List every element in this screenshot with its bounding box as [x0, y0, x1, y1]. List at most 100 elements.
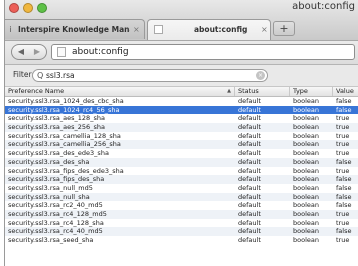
table-row[interactable]: security.ssl3.rsa_1024_des_cbc_sha defaul… [5, 97, 358, 106]
type-cell: boolean [293, 114, 319, 123]
value-cell: false [336, 105, 352, 114]
value-cell: false [336, 157, 352, 166]
table-row[interactable]: security.ssl3.rsa_aes_128_sha default bool… [5, 114, 358, 123]
type-cell: boolean [293, 218, 319, 227]
value-cell: true [336, 140, 350, 149]
address-bar[interactable]: about:config [51, 44, 355, 60]
type-cell: boolean [293, 227, 319, 236]
value-cell: false [336, 97, 352, 105]
column-header-value[interactable]: Value [333, 87, 358, 96]
value-cell: true [336, 209, 350, 218]
table-row[interactable]: security.ssl3.rsa_1024_rc4_56_sha default… [5, 105, 358, 115]
tab-label: Interspire Knowledge Manager [18, 25, 130, 34]
type-cell: boolean [293, 209, 319, 218]
type-cell: boolean [293, 140, 319, 149]
table-body: security.ssl3.rsa_1024_des_cbc_shadefaul… [5, 97, 358, 245]
type-cell: boolean [293, 105, 319, 114]
preference-name-cell: security.ssl3.rsa_camellia_256_sha [8, 140, 121, 149]
browser-window: about:config i Interspire Knowledge Mana… [4, 0, 358, 266]
sort-ascending-icon: ▲ [227, 88, 231, 94]
type-cell: boolean [293, 149, 319, 158]
zoom-window-button[interactable] [37, 3, 47, 13]
table-row[interactable]: security.ssl3.rsa_null_md5 default boolean… [5, 184, 358, 193]
type-cell: boolean [293, 131, 319, 140]
tab-interspire-knowledge-manager[interactable]: i Interspire Knowledge Manager × [5, 19, 145, 39]
value-cell: true [336, 166, 350, 175]
table-row[interactable]: security.ssl3.rsa_seed_sha default boolean… [5, 236, 358, 245]
status-cell: default [238, 166, 261, 175]
column-label: Preference Name [8, 87, 65, 95]
table-row[interactable]: security.ssl3.rsa_des_ede3_sha default boo… [5, 149, 358, 158]
table-row[interactable]: security.ssl3.rsa_rc2_40_md5 default boole… [5, 201, 358, 210]
type-cell: boolean [293, 201, 319, 210]
value-cell: true [336, 236, 350, 244]
status-cell: default [238, 140, 261, 149]
preference-name-cell: security.ssl3.rsa_rc4_128_md5 [8, 209, 107, 218]
table-row[interactable]: security.ssl3.rsa_null_sha default boolean… [5, 192, 358, 202]
status-cell: default [238, 183, 261, 192]
value-cell: false [336, 201, 352, 210]
table-row[interactable]: security.ssl3.rsa_fips_des_ede3_sha defau… [5, 167, 358, 176]
status-cell: default [238, 201, 261, 210]
close-tab-icon[interactable]: × [133, 20, 140, 39]
status-cell: default [238, 97, 261, 105]
value-cell: false [336, 227, 352, 236]
table-row[interactable]: security.ssl3.rsa_camellia_128_sha defaul… [5, 132, 358, 141]
table-row[interactable]: security.ssl3.rsa_camellia_256_sha defaul… [5, 140, 358, 150]
column-header-type[interactable]: Type [290, 87, 333, 96]
back-arrow-icon[interactable]: ◀ [14, 46, 28, 58]
type-cell: boolean [293, 166, 319, 175]
value-cell: true [336, 218, 350, 227]
table-row[interactable]: security.ssl3.rsa_rc4_40_md5 default boole… [5, 227, 358, 236]
tab-about-config[interactable]: about:config × [147, 19, 271, 40]
preference-name-cell: security.ssl3.rsa_rc4_128_sha [8, 218, 104, 227]
status-cell: default [238, 157, 261, 166]
status-cell: default [238, 105, 261, 114]
preference-name-cell: security.ssl3.rsa_1024_rc4_56_sha [8, 105, 120, 114]
forward-arrow-icon[interactable]: ▶ [30, 46, 44, 58]
type-cell: boolean [293, 157, 319, 166]
status-cell: default [238, 175, 261, 184]
table-row[interactable]: security.ssl3.rsa_rc4_128_md5 default bool… [5, 209, 358, 219]
value-cell: false [336, 175, 352, 184]
filter-value[interactable]: ssl3.rsa [46, 70, 75, 81]
close-window-button[interactable] [9, 3, 19, 13]
preference-name-cell: security.ssl3.rsa_1024_des_cbc_sha [8, 97, 124, 105]
preference-name-cell: security.ssl3.rsa_null_md5 [8, 183, 93, 192]
table-header: Preference Name ▲ Status Type Value [5, 87, 358, 97]
preference-name-cell: security.ssl3.rsa_des_ede3_sha [8, 149, 109, 158]
table-row[interactable]: security.ssl3.rsa_des_sha default boolean f… [5, 157, 358, 167]
close-tab-icon[interactable]: × [261, 20, 268, 39]
table-row[interactable]: security.ssl3.rsa_rc4_128_sha default bool… [5, 219, 358, 228]
type-cell: boolean [293, 192, 319, 201]
new-tab-button[interactable]: + [273, 21, 295, 36]
status-cell: default [238, 236, 261, 244]
value-cell: false [336, 183, 352, 192]
column-header-preference-name[interactable]: Preference Name ▲ [5, 87, 235, 96]
preference-name-cell: security.ssl3.rsa_aes_128_sha [8, 114, 105, 123]
address-text[interactable]: about:config [72, 45, 129, 59]
preferences-table: Preference Name ▲ Status Type Value secu… [5, 87, 358, 245]
status-cell: default [238, 123, 261, 132]
preference-name-cell: security.ssl3.rsa_des_sha [8, 157, 90, 166]
status-cell: default [238, 114, 261, 123]
type-cell: boolean [293, 183, 319, 192]
status-cell: default [238, 131, 261, 140]
preference-name-cell: security.ssl3.rsa_aes_256_sha [8, 123, 105, 132]
preference-name-cell: security.ssl3.rsa_fips_des_sha [8, 175, 105, 184]
column-header-status[interactable]: Status [235, 87, 290, 96]
status-cell: default [238, 218, 261, 227]
table-row[interactable]: security.ssl3.rsa_fips_des_sha default boo… [5, 175, 358, 184]
preference-name-cell: security.ssl3.rsa_fips_des_ede3_sha [8, 166, 124, 175]
preference-name-cell: security.ssl3.rsa_camellia_128_sha [8, 131, 121, 140]
minimize-window-button[interactable] [23, 3, 33, 13]
status-cell: default [238, 227, 261, 236]
navigation-bar: ◀ ▶ about:config [5, 41, 358, 65]
page-icon [57, 47, 66, 57]
clear-icon[interactable]: × [256, 71, 265, 80]
filter-input[interactable]: Q ssl3.rsa × [32, 69, 268, 82]
type-cell: boolean [293, 123, 319, 132]
blank-page-icon [154, 25, 163, 34]
info-icon: i [9, 25, 12, 34]
table-row[interactable]: security.ssl3.rsa_aes_256_sha default bool… [5, 123, 358, 132]
